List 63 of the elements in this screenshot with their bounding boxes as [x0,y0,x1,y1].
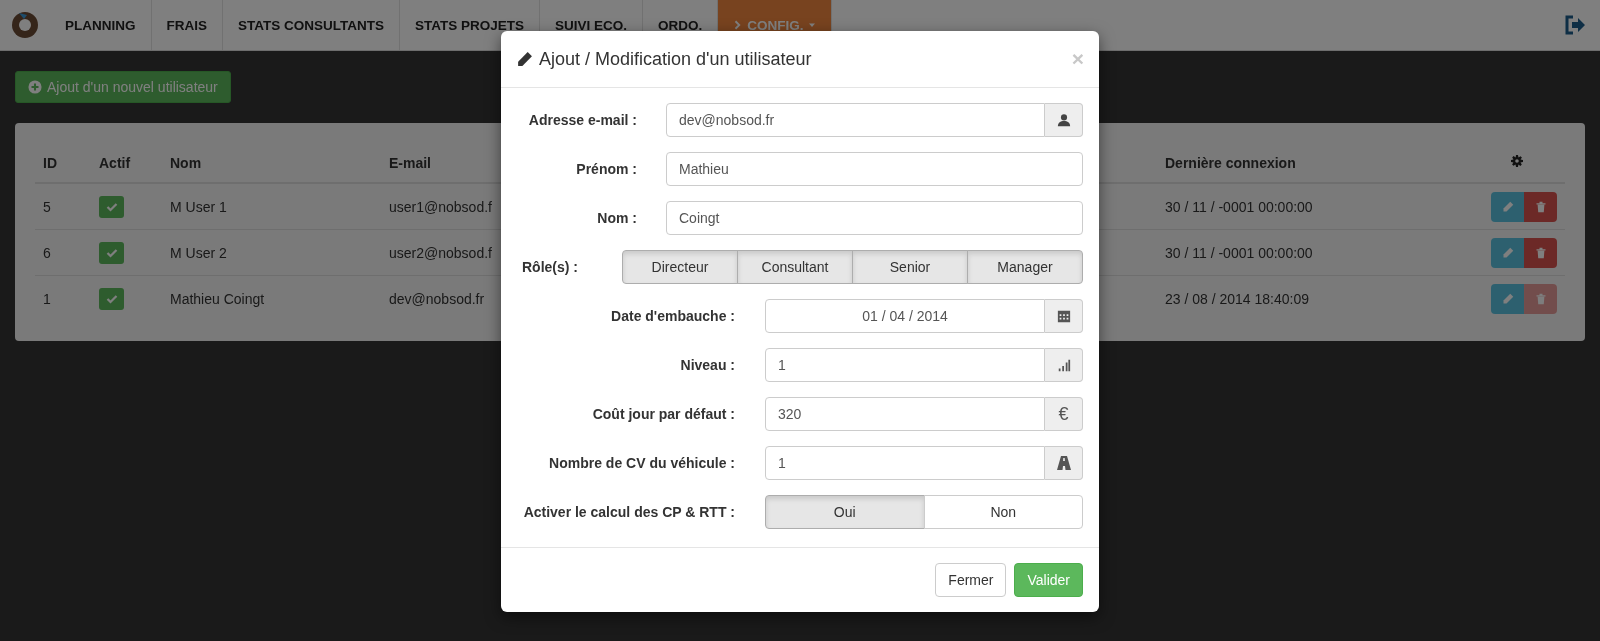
field-label: Coût jour par défaut : [591,406,735,422]
plus-circle-icon [28,80,42,94]
field-label: Adresse e-mail : [527,112,637,128]
pencil-icon [1501,246,1514,259]
option-toggle[interactable]: Non [923,495,1083,529]
check-icon [105,292,118,305]
field-label: Nombre de CV du véhicule : [548,455,735,471]
edit-button[interactable] [1491,283,1524,314]
nav-item[interactable]: FRAIS [151,0,223,50]
table-cell: 1 [35,275,91,321]
table-cell: Mathieu Coingt [162,275,381,321]
input-field[interactable]: Coingt [666,201,1083,235]
pencil-icon [516,50,533,68]
column-header: Actif [91,143,162,183]
edit-button[interactable] [1491,191,1524,222]
input-addon: € [1045,397,1083,431]
date-field[interactable]: 01 / 04 / 2014 [765,299,1045,333]
delete-button[interactable] [1524,191,1557,222]
signal-bars-icon [1056,358,1071,372]
table-cell: M User 1 [162,183,381,230]
table-cell: 23 / 08 / 2014 18:40:09 [1157,275,1469,321]
field-label: Rôle(s) : [521,259,579,275]
field-label: Prénom : [575,161,637,177]
option-toggle[interactable]: Oui [765,495,925,529]
role-toggle[interactable]: Directeur [622,250,738,284]
settings-icon [1509,153,1525,169]
field-label: Nom : [596,210,637,226]
column-header: ID [35,143,91,183]
table-cell: 6 [35,229,91,276]
delete-button[interactable] [1524,237,1557,268]
input-field[interactable]: 1 [765,348,1045,382]
field-label: Activer le calcul des CP & RTT : [522,504,735,520]
column-header: Nom [162,143,381,183]
role-toggle[interactable]: Consultant [737,250,853,284]
close-button[interactable]: Fermer [935,563,1007,597]
column-header: Dernière connexion [1157,143,1469,183]
calendar-icon [1056,309,1071,323]
field-label: Niveau : [679,357,735,373]
pencil-icon [1501,292,1514,305]
input-field[interactable]: Mathieu [666,152,1083,186]
input-field[interactable]: 1 [765,446,1045,480]
check-icon [105,200,118,213]
user-icon [1056,113,1071,127]
role-toggle[interactable]: Manager [967,250,1083,284]
nav-item[interactable]: STATS CONSULTANTS [223,0,400,50]
trash-icon [1534,246,1547,259]
logo-icon [9,9,41,41]
table-cell: 5 [35,183,91,230]
field-label: Date d'embauche : [610,308,735,324]
input-field[interactable]: 320 [765,397,1045,431]
logout-icon [1564,15,1586,35]
trash-icon [1534,200,1547,213]
role-toggle[interactable]: Senior [852,250,968,284]
check-icon [105,246,118,259]
table-cell: M User 2 [162,229,381,276]
table-cell: 30 / 11 / -0001 00:00:00 [1157,183,1469,230]
pencil-icon [1501,200,1514,213]
input-field[interactable]: dev@nobsod.fr [666,103,1045,137]
edit-button[interactable] [1491,237,1524,268]
nav-item[interactable]: PLANNING [50,0,152,50]
table-cell: 30 / 11 / -0001 00:00:00 [1157,229,1469,276]
dialog-title: Ajout / Modification d'un utilisateur [539,48,813,70]
road-icon [1055,455,1072,471]
